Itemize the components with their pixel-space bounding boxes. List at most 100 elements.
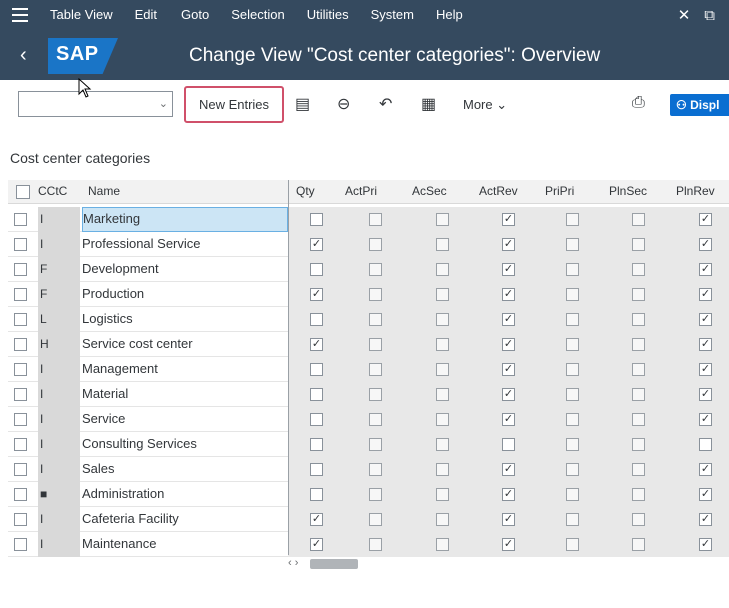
qty-checkbox[interactable]: ✓ — [310, 238, 323, 251]
plnrev-checkbox[interactable]: ✓ — [699, 313, 712, 326]
header-cctc[interactable]: CCtC — [38, 184, 67, 198]
cctc-cell[interactable]: ■ — [38, 482, 80, 507]
acsec-checkbox[interactable] — [436, 538, 449, 551]
actrev-checkbox[interactable]: ✓ — [502, 338, 515, 351]
header-qty[interactable]: Qty — [296, 184, 315, 198]
actpri-checkbox[interactable] — [369, 313, 382, 326]
back-arrow-icon[interactable]: ‹ — [20, 44, 27, 67]
actrev-checkbox[interactable]: ✓ — [502, 413, 515, 426]
row-selector-checkbox[interactable] — [14, 338, 27, 351]
name-cell[interactable]: Consulting Services — [82, 432, 288, 457]
acsec-checkbox[interactable] — [436, 463, 449, 476]
pripri-checkbox[interactable] — [566, 388, 579, 401]
acsec-checkbox[interactable] — [436, 288, 449, 301]
row-selector-checkbox[interactable] — [14, 513, 27, 526]
actpri-checkbox[interactable] — [369, 338, 382, 351]
sap-logo[interactable]: SAP — [48, 38, 118, 74]
plnsec-checkbox[interactable] — [632, 463, 645, 476]
table-row[interactable]: I Professional Service ✓ ✓ ✓ — [8, 232, 729, 257]
actpri-checkbox[interactable] — [369, 238, 382, 251]
name-cell[interactable]: Material — [82, 382, 288, 407]
row-selector-checkbox[interactable] — [14, 313, 27, 326]
plnrev-checkbox[interactable]: ✓ — [699, 538, 712, 551]
command-field[interactable]: ⌄ — [18, 91, 173, 117]
menu-table-view[interactable]: Table View — [50, 7, 113, 22]
cctc-cell[interactable]: I — [38, 532, 80, 557]
table-row[interactable]: L Logistics ✓ ✓ — [8, 307, 729, 332]
header-actrev[interactable]: ActRev — [479, 184, 518, 198]
acsec-checkbox[interactable] — [436, 213, 449, 226]
actrev-checkbox[interactable]: ✓ — [502, 363, 515, 376]
table-row[interactable]: H Service cost center ✓ ✓ ✓ — [8, 332, 729, 357]
name-cell[interactable]: Sales — [82, 457, 288, 482]
actrev-checkbox[interactable]: ✓ — [502, 513, 515, 526]
actpri-checkbox[interactable] — [369, 538, 382, 551]
pripri-checkbox[interactable] — [566, 238, 579, 251]
row-selector-checkbox[interactable] — [14, 413, 27, 426]
qty-checkbox[interactable]: ✓ — [310, 538, 323, 551]
actrev-checkbox[interactable] — [502, 438, 515, 451]
acsec-checkbox[interactable] — [436, 313, 449, 326]
undo-icon[interactable]: ↶ — [379, 94, 392, 114]
hamburger-menu-icon[interactable] — [12, 8, 28, 22]
pripri-checkbox[interactable] — [566, 338, 579, 351]
pripri-checkbox[interactable] — [566, 413, 579, 426]
row-selector-checkbox[interactable] — [14, 263, 27, 276]
cctc-cell[interactable]: F — [38, 282, 80, 307]
actrev-checkbox[interactable]: ✓ — [502, 313, 515, 326]
scroll-arrows-icon[interactable]: ‹ › — [288, 557, 298, 569]
plnrev-checkbox[interactable]: ✓ — [699, 363, 712, 376]
select-all-checkbox[interactable] — [16, 185, 30, 199]
row-selector-checkbox[interactable] — [14, 538, 27, 551]
table-row[interactable]: F Development ✓ ✓ — [8, 257, 729, 282]
qty-checkbox[interactable] — [310, 388, 323, 401]
plnsec-checkbox[interactable] — [632, 313, 645, 326]
qty-checkbox[interactable]: ✓ — [310, 513, 323, 526]
actpri-checkbox[interactable] — [369, 413, 382, 426]
actpri-checkbox[interactable] — [369, 463, 382, 476]
row-selector-checkbox[interactable] — [14, 213, 27, 226]
header-acsec[interactable]: AcSec — [412, 184, 447, 198]
cctc-cell[interactable]: I — [38, 357, 80, 382]
menu-utilities[interactable]: Utilities — [307, 7, 349, 22]
plnsec-checkbox[interactable] — [632, 513, 645, 526]
acsec-checkbox[interactable] — [436, 438, 449, 451]
plnrev-checkbox[interactable] — [699, 438, 712, 451]
table-row[interactable]: I Marketing ✓ ✓ — [8, 207, 729, 232]
name-cell[interactable]: Service cost center — [82, 332, 288, 357]
plnsec-checkbox[interactable] — [632, 238, 645, 251]
table-row[interactable]: I Consulting Services — [8, 432, 729, 457]
actrev-checkbox[interactable]: ✓ — [502, 288, 515, 301]
row-selector-checkbox[interactable] — [14, 463, 27, 476]
table-row[interactable]: I Service ✓ ✓ — [8, 407, 729, 432]
row-selector-checkbox[interactable] — [14, 438, 27, 451]
table-row[interactable]: I Cafeteria Facility ✓ ✓ ✓ — [8, 507, 729, 532]
pripri-checkbox[interactable] — [566, 438, 579, 451]
cctc-cell[interactable]: I — [38, 457, 80, 482]
header-name[interactable]: Name — [88, 184, 120, 198]
actrev-checkbox[interactable]: ✓ — [502, 263, 515, 276]
table-row[interactable]: ■ Administration ✓ ✓ — [8, 482, 729, 507]
qty-checkbox[interactable] — [310, 463, 323, 476]
menu-edit[interactable]: Edit — [135, 7, 157, 22]
display-button[interactable]: ⚇ Displ — [670, 94, 729, 116]
name-cell[interactable]: Service — [82, 407, 288, 432]
close-icon[interactable]: ✕ — [678, 6, 691, 24]
pripri-checkbox[interactable] — [566, 363, 579, 376]
name-cell[interactable]: Professional Service — [82, 232, 288, 257]
pripri-checkbox[interactable] — [566, 463, 579, 476]
pripri-checkbox[interactable] — [566, 213, 579, 226]
actpri-checkbox[interactable] — [369, 288, 382, 301]
pripri-checkbox[interactable] — [566, 513, 579, 526]
header-plnsec[interactable]: PlnSec — [609, 184, 647, 198]
qty-checkbox[interactable] — [310, 438, 323, 451]
qty-checkbox[interactable] — [310, 263, 323, 276]
actrev-checkbox[interactable]: ✓ — [502, 388, 515, 401]
qty-checkbox[interactable] — [310, 213, 323, 226]
pripri-checkbox[interactable] — [566, 313, 579, 326]
plnrev-checkbox[interactable]: ✓ — [699, 213, 712, 226]
new-entries-button[interactable]: New Entries — [184, 86, 284, 123]
actrev-checkbox[interactable]: ✓ — [502, 213, 515, 226]
table-row[interactable]: F Production ✓ ✓ ✓ — [8, 282, 729, 307]
column-divider[interactable] — [288, 180, 289, 555]
